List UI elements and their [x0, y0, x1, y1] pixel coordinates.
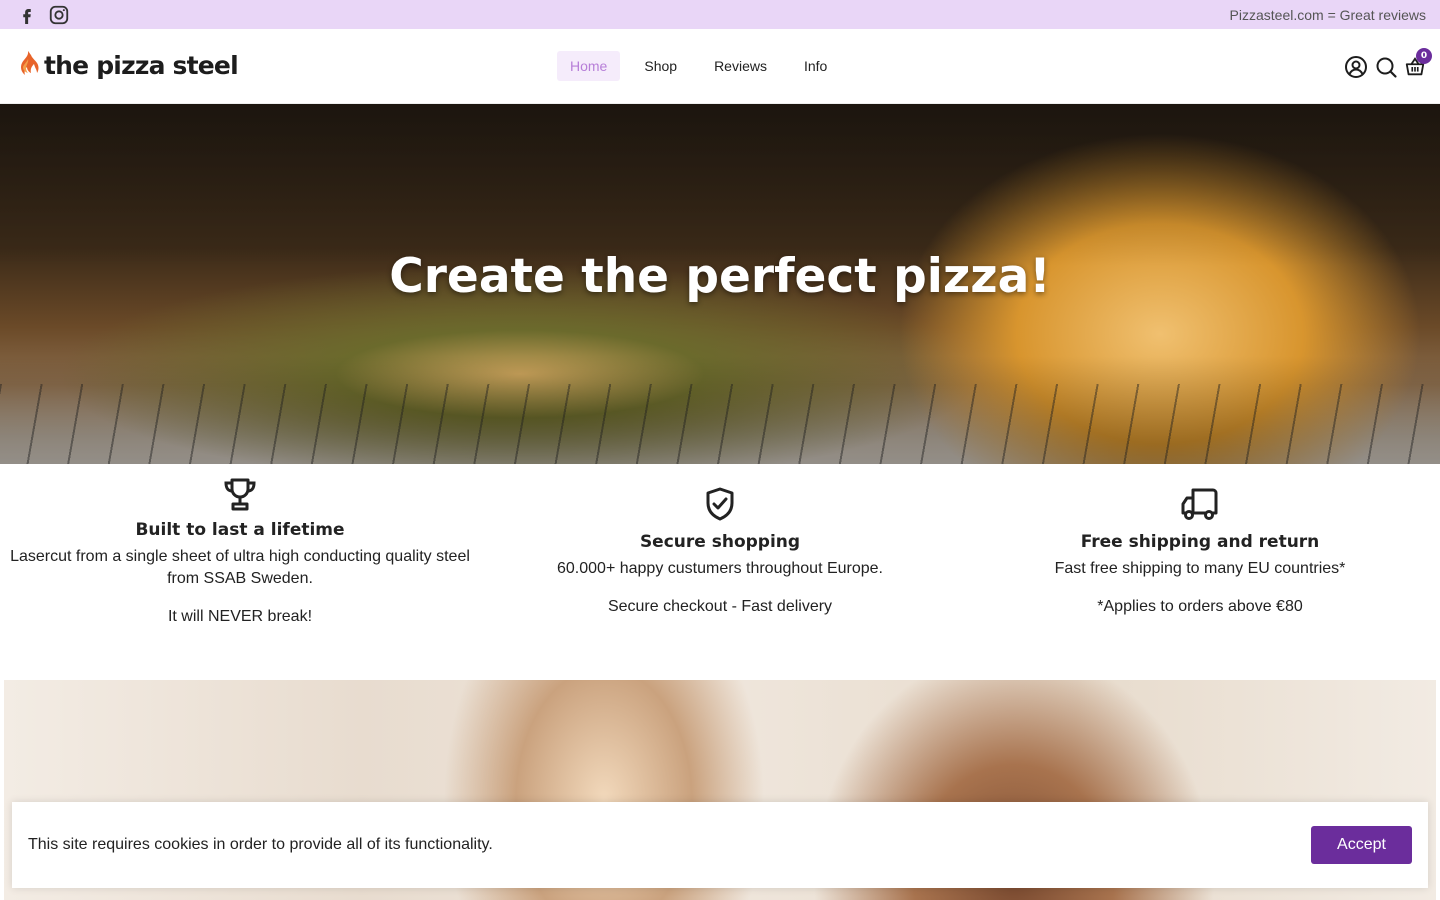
feature-free-shipping: Free shipping and return Fast free shipp…: [960, 464, 1440, 680]
site-header: the pizza steel Home Shop Reviews Info 0: [0, 29, 1440, 104]
hero-banner: Create the perfect pizza!: [0, 104, 1440, 464]
feature-secure-shopping: Secure shopping 60.000+ happy custumers …: [480, 464, 960, 680]
feature-lifetime: Built to last a lifetime Lasercut from a…: [0, 464, 480, 680]
accept-cookies-button[interactable]: Accept: [1311, 826, 1412, 864]
hero-title: Create the perfect pizza!: [389, 249, 1051, 304]
instagram-icon[interactable]: [48, 4, 70, 26]
header-icons: 0: [1344, 48, 1432, 79]
feature-text: Secure checkout - Fast delivery: [607, 598, 833, 615]
logo[interactable]: the pizza steel: [16, 49, 239, 81]
feature-title: Built to last a lifetime: [135, 520, 345, 540]
shield-check-icon: [706, 487, 734, 521]
logo-text: the pizza steel: [44, 50, 239, 80]
cookie-message: This site requires cookies in order to p…: [28, 836, 493, 853]
cookie-banner: This site requires cookies in order to p…: [12, 802, 1428, 888]
feature-title: Free shipping and return: [1080, 532, 1320, 552]
truck-icon: [1181, 488, 1218, 520]
feature-title: Secure shopping: [639, 532, 801, 552]
cart-button[interactable]: 0: [1404, 48, 1432, 78]
nav-item-home[interactable]: Home: [557, 51, 621, 81]
announcement-text: Pizzasteel.com = Great reviews: [1229, 6, 1426, 23]
social-links: [18, 4, 70, 26]
feature-text: Fast free shipping to many EU countries*: [1054, 560, 1346, 577]
account-icon[interactable]: [1344, 55, 1368, 79]
nav-item-reviews[interactable]: Reviews: [701, 51, 780, 81]
cart-count-badge: 0: [1416, 48, 1432, 64]
flame-logo-icon: [21, 51, 39, 75]
feature-text: 60.000+ happy custumers throughout Europ…: [557, 560, 883, 577]
nav-item-info[interactable]: Info: [791, 51, 840, 81]
feature-text: Lasercut from a single sheet of ultra hi…: [10, 548, 470, 587]
announcement-bar: Pizzasteel.com = Great reviews: [0, 0, 1440, 29]
feature-text: *Applies to orders above €80: [1097, 598, 1303, 615]
search-icon[interactable]: [1374, 55, 1398, 79]
main-nav: Home Shop Reviews Info: [557, 51, 851, 81]
trophy-icon: [224, 478, 256, 511]
feature-text: It will NEVER break!: [167, 608, 313, 625]
nav-item-shop[interactable]: Shop: [631, 51, 690, 81]
features-section: Built to last a lifetime Lasercut from a…: [0, 464, 1440, 680]
facebook-icon[interactable]: [18, 6, 36, 24]
